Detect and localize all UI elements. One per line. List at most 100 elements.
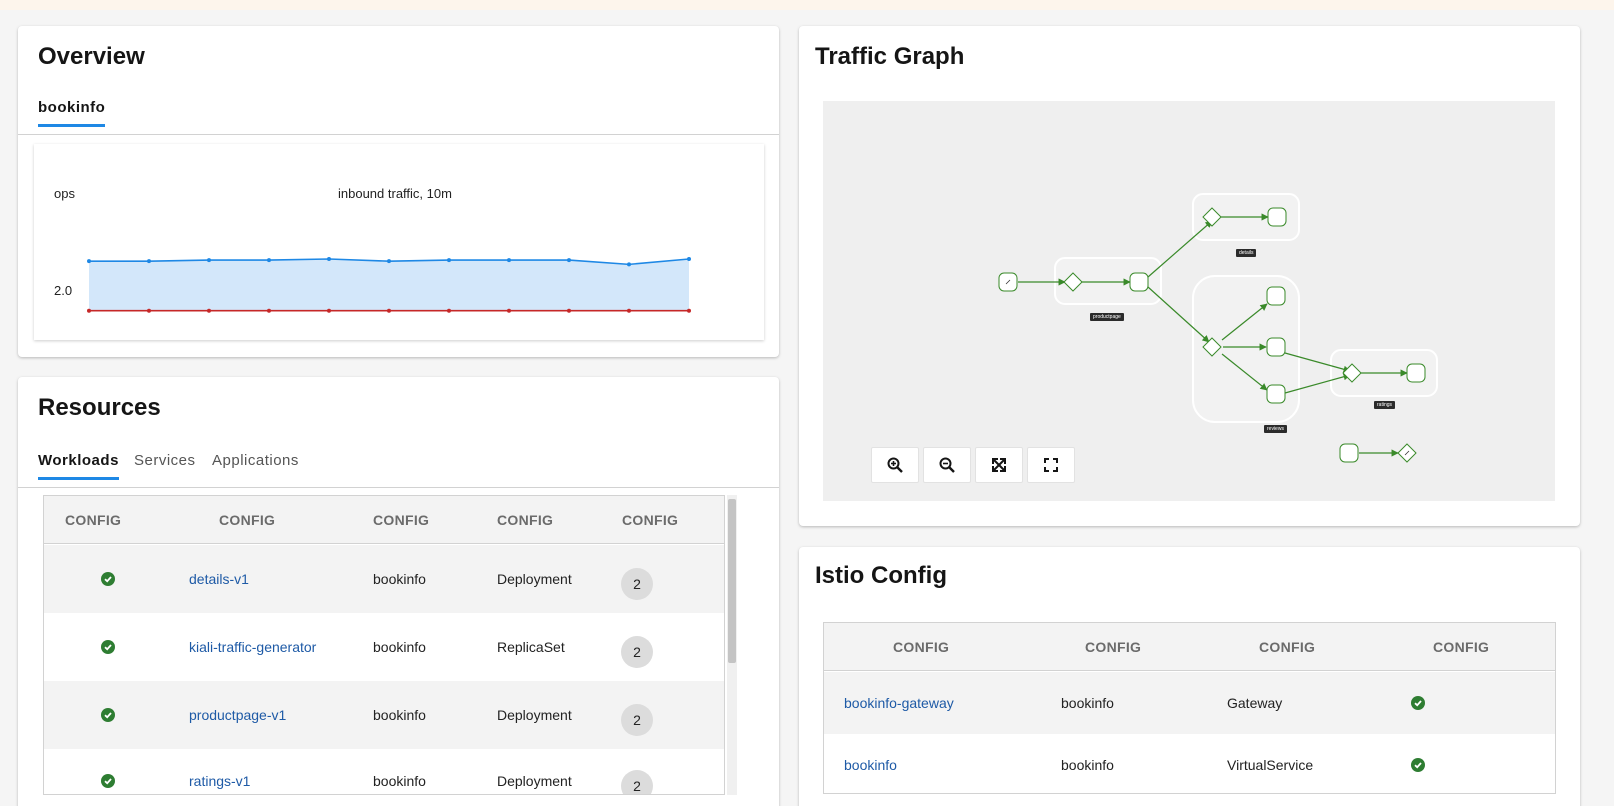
column-header[interactable]: CONFIG: [1085, 639, 1141, 655]
type-cell: VirtualService: [1227, 757, 1314, 773]
workload-link[interactable]: details-v1: [189, 571, 249, 587]
namespace-cell: bookinfo: [373, 571, 426, 587]
column-header[interactable]: CONFIG: [893, 639, 949, 655]
ratings-workload-node[interactable]: [1406, 363, 1426, 383]
namespace-cell: bookinfo: [1061, 757, 1114, 773]
traffic-graph-title: Traffic Graph: [815, 43, 965, 70]
status-ok-icon: [101, 708, 115, 722]
data-point[interactable]: [267, 308, 271, 313]
data-point[interactable]: [327, 308, 331, 313]
warning-banner-strip: [0, 0, 1614, 10]
reviews-v1-node[interactable]: [1266, 286, 1286, 306]
workload-link[interactable]: productpage-v1: [189, 707, 286, 723]
status-ok-icon: [101, 774, 115, 788]
overview-card: Overview bookinfo ops inbound traffic, 1…: [18, 26, 779, 357]
data-point[interactable]: [387, 259, 391, 264]
table-row: productpage-v1 bookinfo Deployment 2: [44, 681, 724, 749]
table-row: bookinfo bookinfo VirtualService: [824, 734, 1555, 793]
graph-canvas[interactable]: details productpage reviews ratings: [823, 101, 1555, 501]
data-point[interactable]: [87, 259, 91, 264]
data-point[interactable]: [447, 308, 451, 313]
traffic-graph-card: Traffic Graph details productpage review…: [799, 26, 1580, 526]
column-header[interactable]: CONFIG: [497, 512, 553, 528]
details-workload-node[interactable]: [1267, 207, 1287, 227]
zoom-out-icon: [939, 457, 955, 473]
chart-svg: ops inbound traffic, 10m 2.0: [54, 186, 691, 313]
column-header[interactable]: CONFIG: [373, 512, 429, 528]
reviews-label: reviews: [1264, 425, 1287, 433]
data-point[interactable]: [507, 258, 511, 263]
fullscreen-icon: [1044, 458, 1058, 472]
unknown-workload-node[interactable]: [1339, 443, 1359, 463]
tab-services[interactable]: Services: [134, 452, 196, 477]
workloads-table: CONFIG CONFIG CONFIG CONFIG CONFIG detai…: [43, 495, 725, 795]
column-header[interactable]: CONFIG: [622, 512, 678, 528]
tab-workloads[interactable]: Workloads: [38, 452, 119, 480]
data-point[interactable]: [567, 258, 571, 263]
istio-config-title: Istio Config: [815, 562, 947, 589]
column-header[interactable]: CONFIG: [1433, 639, 1489, 655]
inbound-traffic-chart: ops inbound traffic, 10m 2.0: [34, 144, 764, 340]
data-point[interactable]: [687, 308, 691, 313]
data-point[interactable]: [687, 257, 691, 261]
graph-edge[interactable]: [1147, 220, 1213, 278]
column-header[interactable]: CONFIG: [1259, 639, 1315, 655]
data-point[interactable]: [627, 308, 631, 313]
reviews-v2-node[interactable]: [1266, 337, 1286, 357]
tab-bookinfo[interactable]: bookinfo: [38, 99, 106, 127]
resources-card: Resources Workloads Services Application…: [18, 377, 779, 806]
config-link[interactable]: bookinfo: [844, 757, 897, 773]
fullscreen-button[interactable]: [1027, 447, 1075, 483]
zoom-out-button[interactable]: [923, 447, 971, 483]
istio-config-table-header: CONFIG CONFIG CONFIG CONFIG: [824, 623, 1555, 671]
namespace-cell: bookinfo: [373, 707, 426, 723]
data-point[interactable]: [207, 308, 211, 313]
type-cell: Gateway: [1227, 695, 1283, 711]
type-cell: Deployment: [497, 571, 572, 587]
tab-applications[interactable]: Applications: [212, 452, 299, 477]
table-row: bookinfo-gateway bookinfo Gateway: [824, 672, 1555, 734]
chart-title: inbound traffic, 10m: [338, 186, 452, 201]
chart-ylabel: ops: [54, 186, 75, 201]
data-point[interactable]: [147, 259, 151, 264]
resources-tabs: Workloads Services Applications: [18, 452, 779, 488]
reviews-v3-node[interactable]: [1266, 384, 1286, 404]
productpage-workload-node[interactable]: [1129, 272, 1149, 292]
status-ok-icon: [1411, 758, 1425, 772]
zoom-in-icon: [887, 457, 903, 473]
resources-title: Resources: [38, 394, 161, 421]
fit-icon: [992, 458, 1006, 472]
data-point[interactable]: [327, 257, 331, 261]
data-point[interactable]: [147, 308, 151, 313]
data-point[interactable]: [627, 262, 631, 267]
data-point[interactable]: [567, 308, 571, 313]
column-header[interactable]: CONFIG: [219, 512, 275, 528]
table-row: kiali-traffic-generator bookinfo Replica…: [44, 613, 724, 681]
fit-to-screen-button[interactable]: [975, 447, 1023, 483]
column-header[interactable]: CONFIG: [65, 512, 121, 528]
data-point[interactable]: [507, 308, 511, 313]
namespace-cell: bookinfo: [1061, 695, 1114, 711]
workload-link[interactable]: ratings-v1: [189, 773, 250, 789]
status-ok-icon: [101, 572, 115, 586]
zoom-in-button[interactable]: [871, 447, 919, 483]
overview-tabs: bookinfo: [18, 99, 779, 135]
service-graph: [998, 193, 1438, 463]
type-cell: Deployment: [497, 707, 572, 723]
chart-ytick: 2.0: [54, 283, 72, 298]
data-point[interactable]: [267, 258, 271, 263]
series-area: [89, 259, 689, 311]
workload-link[interactable]: kiali-traffic-generator: [189, 639, 316, 655]
replica-count-badge: 2: [621, 636, 653, 668]
data-point[interactable]: [447, 258, 451, 263]
data-point[interactable]: [207, 258, 211, 263]
workloads-table-header: CONFIG CONFIG CONFIG CONFIG CONFIG: [44, 496, 724, 544]
config-link[interactable]: bookinfo-gateway: [844, 695, 954, 711]
status-ok-icon: [101, 640, 115, 654]
table-scrollbar-thumb[interactable]: [728, 499, 736, 663]
data-point[interactable]: [387, 308, 391, 313]
overview-title: Overview: [38, 43, 145, 70]
table-row: details-v1 bookinfo Deployment 2: [44, 545, 724, 613]
replica-count-badge: 2: [621, 770, 653, 794]
data-point[interactable]: [87, 308, 91, 313]
